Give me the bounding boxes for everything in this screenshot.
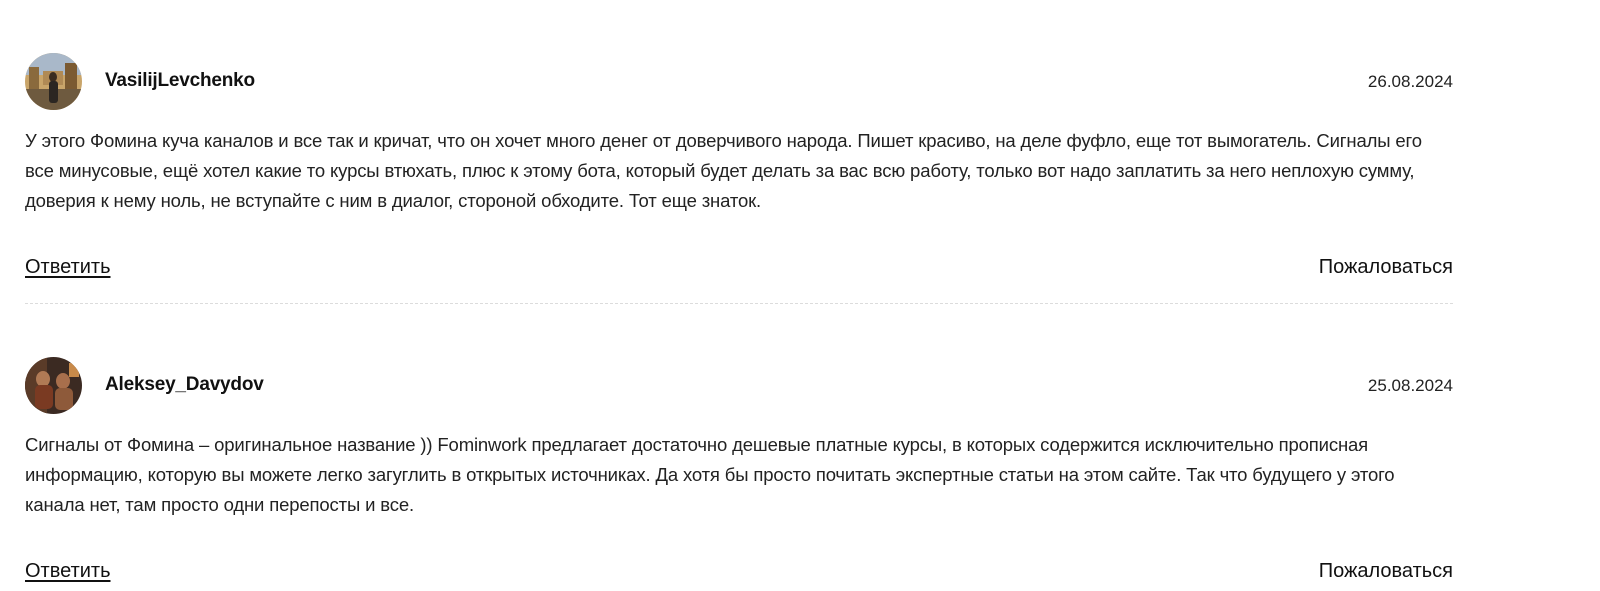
comment-item: VasilijLevchenko 26.08.2024 У этого Фоми… <box>25 0 1453 304</box>
comment-author: Aleksey_Davydov <box>105 374 264 395</box>
avatar[interactable] <box>25 53 82 110</box>
reply-link[interactable]: Ответить <box>25 256 111 279</box>
report-link[interactable]: Пожаловаться <box>1319 560 1453 583</box>
comment-date: 25.08.2024 <box>1367 376 1453 395</box>
reply-link[interactable]: Ответить <box>25 560 111 583</box>
avatar-photo <box>25 357 82 414</box>
comment-text: Сигналы от Фомина – оригинальное названи… <box>25 434 1395 515</box>
avatar-photo <box>25 53 82 110</box>
avatar[interactable] <box>25 357 82 414</box>
report-link[interactable]: Пожаловаться <box>1319 256 1453 279</box>
comment-date: 26.08.2024 <box>1367 72 1453 91</box>
comment-text: У этого Фомина куча каналов и все так и … <box>25 130 1422 211</box>
comment-item: Aleksey_Davydov 25.08.2024 Сигналы от Фо… <box>25 304 1453 591</box>
comment-author: VasilijLevchenko <box>105 70 255 91</box>
comments-list: VasilijLevchenko 26.08.2024 У этого Фоми… <box>25 0 1453 591</box>
